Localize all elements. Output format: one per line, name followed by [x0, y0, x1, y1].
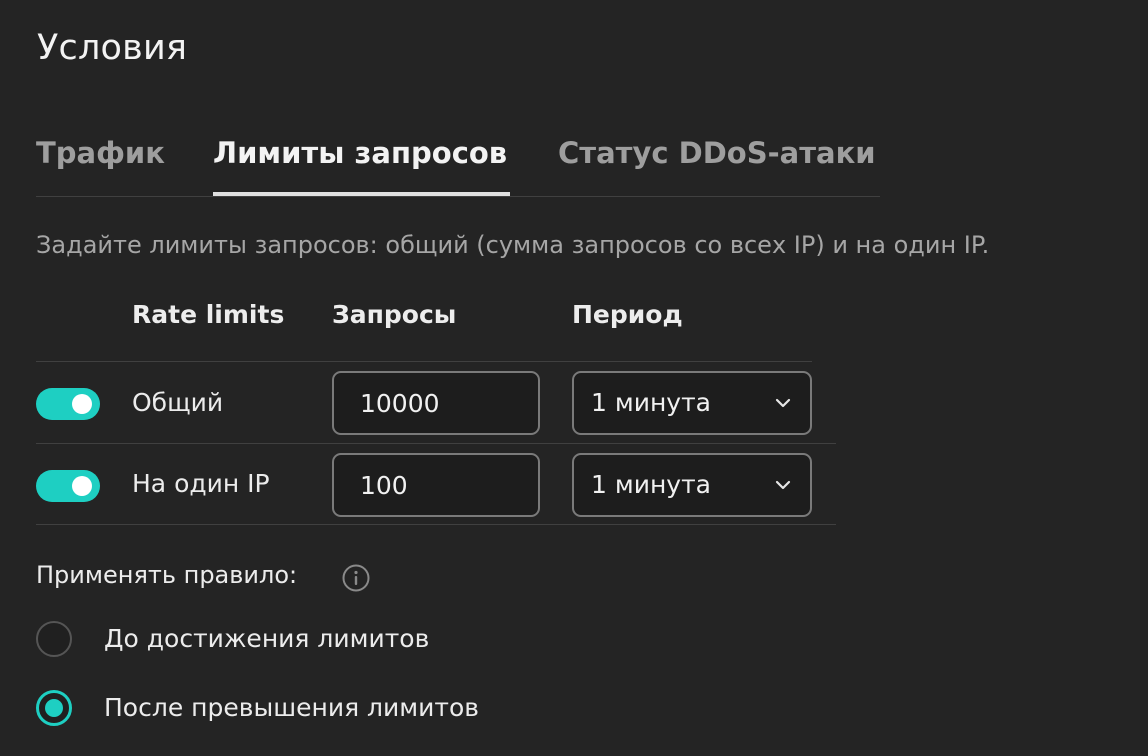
- toggle-knob: [72, 476, 92, 496]
- tab-bar: Трафик Лимиты запросов Статус DDoS-атаки: [36, 128, 880, 197]
- radio-after-limits[interactable]: [36, 690, 72, 726]
- apply-rule-label: Применять правило:: [36, 561, 298, 589]
- radio-dot: [45, 699, 63, 717]
- tab-traffic[interactable]: Трафик: [36, 128, 165, 196]
- radio-label-before-limits[interactable]: До достижения лимитов: [104, 624, 429, 653]
- period-select-general[interactable]: 1 минута: [572, 371, 812, 435]
- description-text: Задайте лимиты запросов: общий (сумма за…: [36, 231, 990, 259]
- radio-label-after-limits[interactable]: После превышения лимитов: [104, 693, 479, 722]
- period-select-per-ip[interactable]: 1 минута: [572, 453, 812, 517]
- period-select-value: 1 минута: [591, 470, 711, 499]
- toggle-knob: [72, 394, 92, 414]
- requests-input-general[interactable]: [332, 371, 540, 435]
- row-divider: [36, 524, 836, 525]
- row-divider: [36, 443, 836, 444]
- column-header-requests: Запросы: [332, 300, 457, 329]
- tab-rate-limits[interactable]: Лимиты запросов: [213, 128, 510, 196]
- toggle-per-ip-limit[interactable]: [36, 470, 100, 502]
- column-header-period: Период: [572, 300, 683, 329]
- radio-before-limits[interactable]: [36, 621, 72, 657]
- page-title: Условия: [37, 28, 188, 68]
- requests-input-per-ip[interactable]: [332, 453, 540, 517]
- column-header-rate-limits: Rate limits: [132, 300, 285, 329]
- info-icon[interactable]: [341, 563, 371, 593]
- tab-ddos-status[interactable]: Статус DDoS-атаки: [558, 128, 876, 196]
- toggle-general-limit[interactable]: [36, 388, 100, 420]
- row-label-general: Общий: [132, 388, 224, 417]
- chevron-down-icon: [775, 480, 791, 490]
- period-select-value: 1 минута: [591, 388, 711, 417]
- header-divider: [36, 361, 812, 362]
- chevron-down-icon: [775, 398, 791, 408]
- row-label-per-ip: На один IP: [132, 469, 270, 498]
